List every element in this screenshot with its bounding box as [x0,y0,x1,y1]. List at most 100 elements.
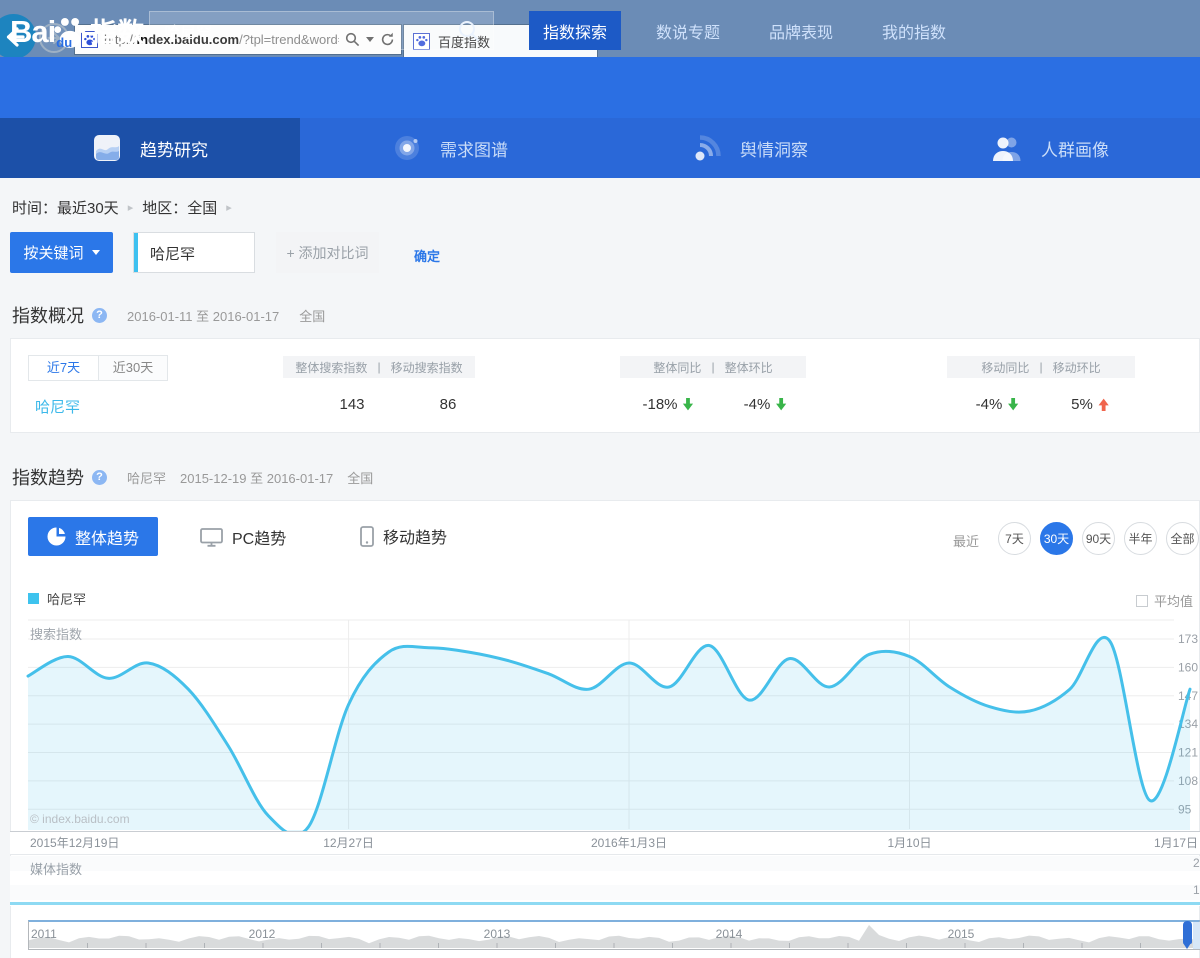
app-header [0,57,1200,118]
subnav-label: 舆情洞察 [740,136,808,161]
average-label: 平均值 [1154,591,1193,610]
overview-date-range: 2016-01-11 至 2016-01-17 [127,306,279,325]
monitor-icon [200,528,223,547]
nav-item-brand-performance[interactable]: 品牌表现 [755,11,847,50]
timeline-year-label: 2014 [706,927,752,941]
timeline-year-label: 2015 [938,927,984,941]
nav-item-my-index[interactable]: 我的指数 [868,11,960,50]
range-half-year[interactable]: 半年 [1124,522,1157,555]
col-overall-yoy: 整体同比 [653,359,701,376]
mobile-mom-value: 5% [1071,396,1109,413]
average-toggle[interactable]: 平均值 [1136,591,1193,610]
legend-keyword: 哈尼罕 [47,589,86,608]
svg-text:160: 160 [1178,660,1198,674]
filter-bar: 时间：最近30天 ▸ 地区：全国 ▸ [12,197,232,218]
recent-label: 最近 [953,531,979,550]
range-7-days[interactable]: 7天 [998,522,1031,555]
trend-keyword: 哈尼罕 [127,468,166,487]
nav-item-index-explore[interactable]: 指数探索 [529,11,621,50]
tab-pc-trend[interactable]: PC趋势 [200,525,286,549]
trend-chart-icon [92,133,122,163]
x-axis-label: 2016年1月3日 [584,832,674,854]
region-filter[interactable]: 地区：全国 [142,197,217,218]
overview-card [10,338,1200,433]
col-mobile-yoy: 移动同比 [981,359,1029,376]
pie-chart-icon [47,527,66,546]
keyword-input-box[interactable] [133,232,255,273]
range-90-days[interactable]: 90天 [1082,522,1115,555]
subnav-item-demand-map[interactable]: 需求图谱 [300,118,600,178]
timeline-drag-handle[interactable] [1183,921,1192,944]
arrow-down-icon [1007,398,1018,411]
col-overall-mom: 整体环比 [725,359,773,376]
media-stripe [10,856,1200,871]
tab-overall-trend[interactable]: 整体趋势 [28,517,158,556]
x-axis-label: 2015年12月19日 [30,832,119,854]
subnav-item-trend-research[interactable]: 趋势研究 [0,118,300,178]
x-axis-label: 1月17日 [1154,832,1198,854]
column-header-search-index: 整体搜索指数 | 移动搜索指数 [283,356,475,378]
subnav-item-sentiment-insight[interactable]: 舆情洞察 [600,118,900,178]
overall-yoy-value: -18% [642,396,693,413]
add-compare-button[interactable]: + 添加对比词 [276,232,379,273]
subnav-label: 人群画像 [1041,136,1109,161]
search-index-chart: 17316014713412110895 [0,618,1200,831]
timeline-sparkline [29,922,1199,948]
tab-label: 移动趋势 [383,524,447,548]
media-index-label: 媒体指数 [30,859,82,878]
average-checkbox[interactable] [1136,595,1148,607]
logo-text-du: du [56,35,72,50]
tab-last-30-days[interactable]: 近30天 [98,355,168,381]
overview-period-tabs: 近7天 近30天 [28,355,168,381]
timeline-selection [1193,922,1200,949]
audience-profile-icon [991,133,1023,163]
help-icon[interactable]: ? [92,308,107,323]
add-compare-label: + 添加对比词 [286,243,368,263]
arrow-down-icon [775,398,786,411]
overall-index-value: 143 [339,396,364,413]
timeline-year-label: 2011 [31,927,57,941]
logo-text-suffix: 指数 [90,19,144,47]
media-ytick: 2 [1193,856,1200,870]
timeline-year-label: 2013 [474,927,520,941]
baidu-index-logo[interactable]: Bai du 指数 [10,16,144,47]
header-nav: 指数探索 数说专题 品牌表现 我的指数 [529,11,960,50]
subnav-label: 需求图谱 [440,136,508,161]
trend-region: 全国 [347,468,373,487]
header-search-box[interactable] [149,11,494,50]
subnav-item-audience-profile[interactable]: 人群画像 [900,118,1200,178]
search-icon[interactable] [457,19,481,43]
paw-icon: du [52,16,88,50]
column-separator: | [711,360,714,374]
mobile-index-value: 86 [440,396,457,413]
x-axis-label: 1月10日 [865,832,955,854]
col-mobile-search-index: 移动搜索指数 [391,359,463,376]
overview-section-header: 指数概况 ? 2016-01-11 至 2016-01-17 全国 [12,302,325,328]
nav-item-data-topics[interactable]: 数说专题 [642,11,734,50]
arrow-down-icon [683,398,694,411]
time-filter[interactable]: 时间：最近30天 [12,197,119,218]
column-separator: | [377,360,380,374]
logo-text-bai: Bai [10,17,55,47]
header-search-input[interactable] [150,22,457,40]
arrow-up-icon [1098,398,1109,411]
media-index-section: 媒体指数 2 1 [10,856,1200,906]
svg-text:173: 173 [1178,632,1198,646]
phone-icon [360,526,374,547]
timeline-navigator[interactable]: 20112012201320142015 [28,920,1200,950]
keyword-mode-button[interactable]: 按关键词 [10,232,113,273]
subnav-label: 趋势研究 [140,136,208,161]
keyword-mode-label: 按关键词 [23,242,83,263]
confirm-button[interactable]: 确定 [414,246,440,265]
tab-mobile-trend[interactable]: 移动趋势 [360,524,447,548]
trend-title: 指数趋势 [12,464,84,490]
keyword-input[interactable] [140,233,260,274]
tab-last-7-days[interactable]: 近7天 [28,355,98,381]
range-30-days[interactable]: 30天 [1040,522,1073,555]
help-icon[interactable]: ? [92,470,107,485]
range-all[interactable]: 全部 [1166,522,1199,555]
overall-mom-value: -4% [744,396,787,413]
x-axis-labels: 2015年12月19日12月27日2016年1月3日1月10日1月17日 [10,831,1200,855]
chart-legend: 哈尼罕 [28,589,86,608]
col-overall-search-index: 整体搜索指数 [295,359,367,376]
